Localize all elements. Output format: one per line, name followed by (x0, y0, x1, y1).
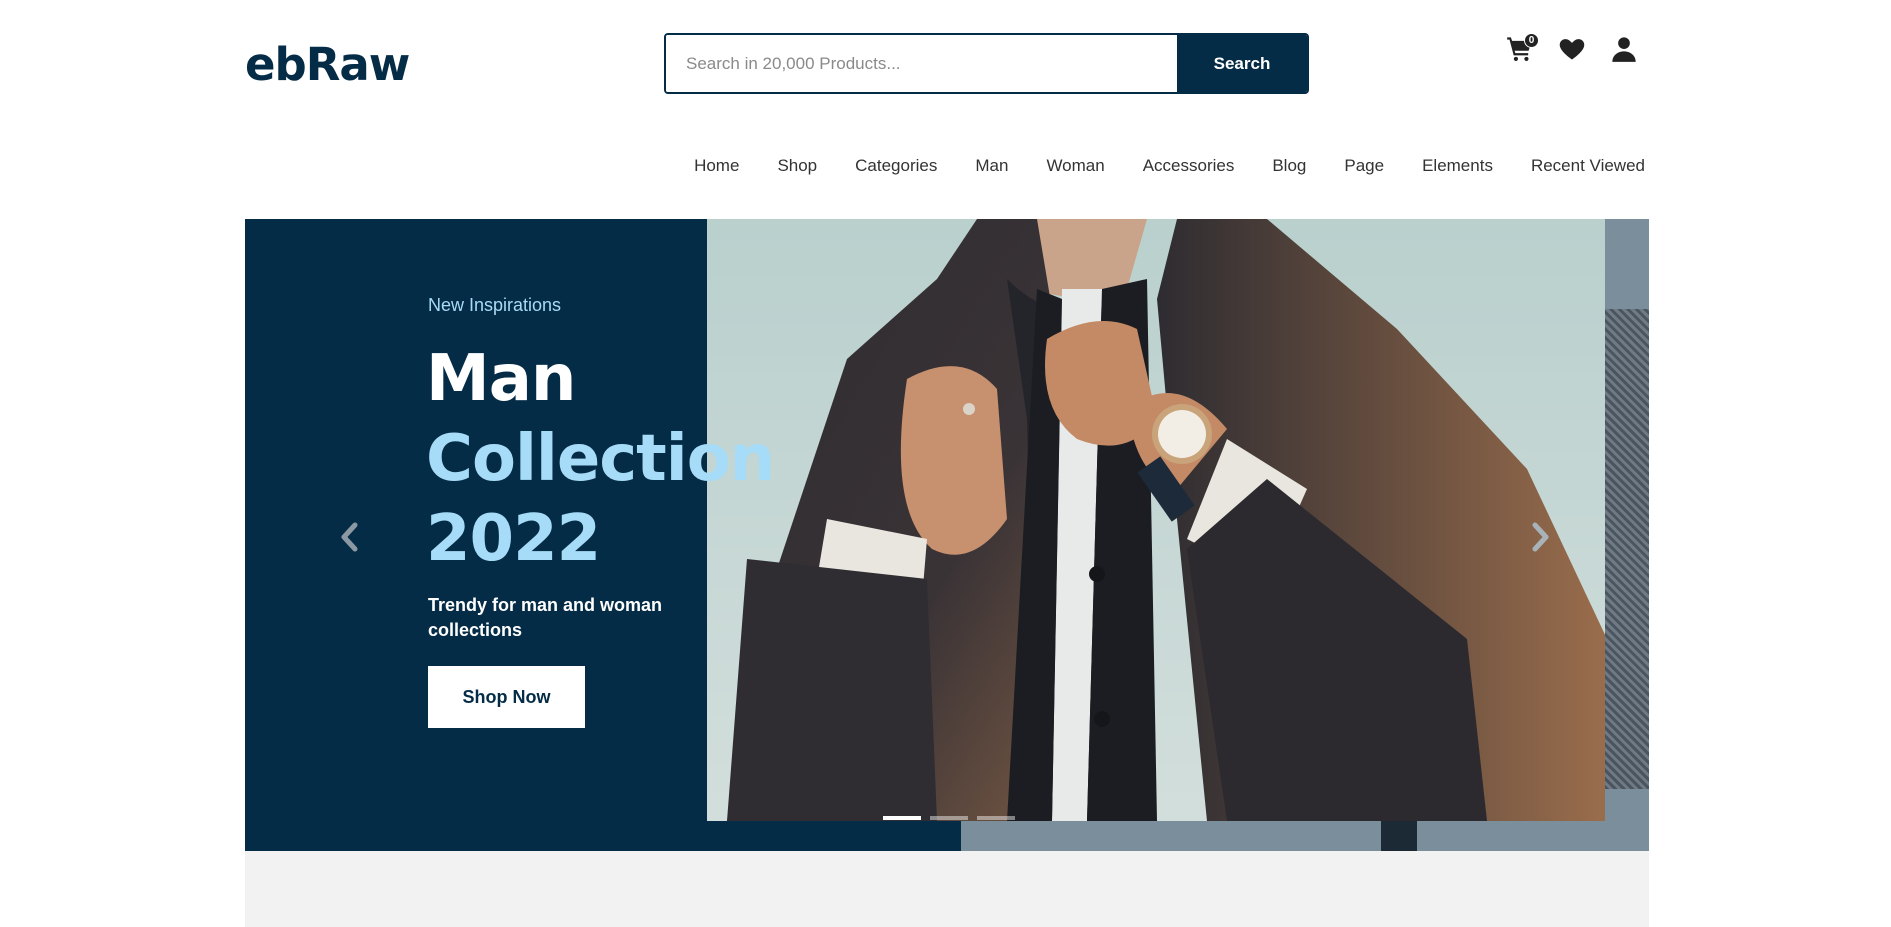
search-button[interactable]: Search (1177, 35, 1307, 92)
wishlist-button[interactable] (1557, 34, 1587, 64)
nav-item-blog[interactable]: Blog (1253, 156, 1325, 176)
hero-image (707, 219, 1605, 821)
cart-count-badge: 0 (1524, 33, 1539, 48)
slider-next-button[interactable] (1527, 519, 1553, 555)
slider-dot-1[interactable] (883, 816, 921, 820)
nav-item-recent-viewed[interactable]: Recent Viewed (1512, 156, 1645, 176)
heart-icon (1559, 39, 1585, 60)
hero-title-line-2: Collection (426, 422, 775, 496)
hero-description: Trendy for man and woman collections (428, 595, 663, 640)
hero-decor-band (1381, 821, 1417, 851)
user-icon (1612, 37, 1636, 62)
nav-item-page[interactable]: Page (1325, 156, 1403, 176)
cart-button[interactable]: 0 (1505, 33, 1539, 64)
main-nav: Home Shop Categories Man Woman Accessori… (675, 156, 1645, 176)
nav-item-shop[interactable]: Shop (758, 156, 836, 176)
nav-item-elements[interactable]: Elements (1403, 156, 1512, 176)
slider-pagination (883, 816, 1015, 820)
nav-item-accessories[interactable]: Accessories (1124, 156, 1254, 176)
next-section (245, 851, 1649, 927)
hero-slider: New Inspirations Man Collection 2022 Tre… (245, 219, 1649, 851)
hero-subtitle: New Inspirations (428, 295, 562, 315)
nav-item-man[interactable]: Man (956, 156, 1027, 176)
next-slide-preview (1605, 309, 1649, 789)
nav-item-home[interactable]: Home (675, 156, 758, 176)
hero-title-line-3: 2022 (426, 502, 601, 576)
chevron-left-icon (341, 522, 358, 552)
hero-title: Man Collection 2022 (426, 339, 775, 579)
search-input[interactable] (666, 35, 1177, 92)
account-button[interactable] (1609, 34, 1639, 64)
nav-item-woman[interactable]: Woman (1027, 156, 1123, 176)
hero-title-line-1: Man (426, 342, 576, 416)
slider-prev-button[interactable] (337, 519, 363, 555)
header-icons: 0 (1505, 33, 1639, 64)
chevron-right-icon (1532, 522, 1549, 552)
slider-dot-3[interactable] (977, 816, 1015, 820)
nav-item-categories[interactable]: Categories (836, 156, 956, 176)
man-jacket-illustration (707, 219, 1605, 821)
search-bar: Search (664, 33, 1309, 94)
slider-dot-2[interactable] (930, 816, 968, 820)
site-logo[interactable]: ebRaw (245, 38, 410, 91)
shop-now-button[interactable]: Shop Now (428, 666, 585, 728)
